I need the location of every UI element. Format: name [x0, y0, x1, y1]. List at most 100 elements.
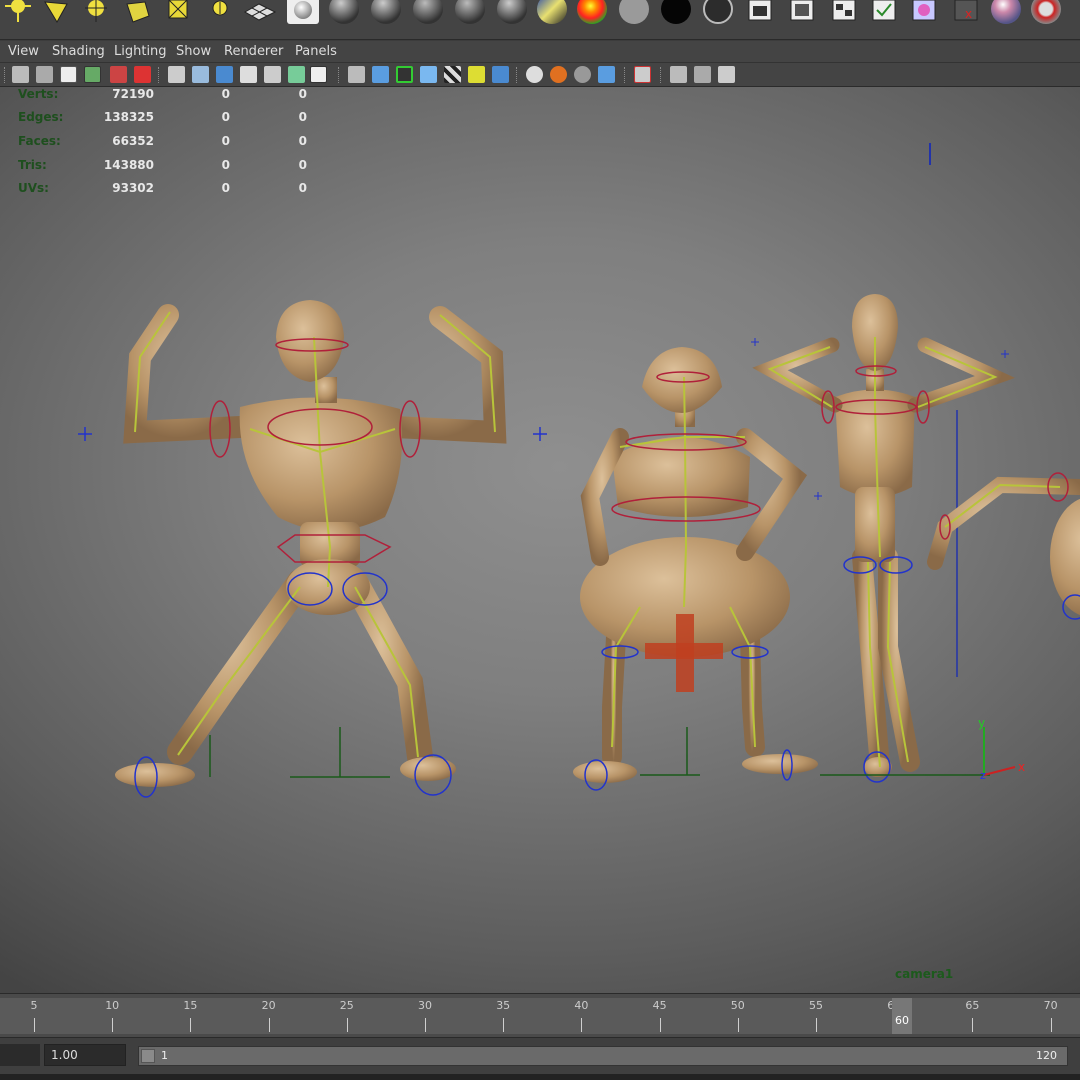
phong-sphere-icon[interactable]	[368, 0, 404, 26]
point-light-icon[interactable]	[78, 0, 114, 26]
render-sphere-icon[interactable]	[988, 0, 1024, 26]
timeline-tick-label: 65	[965, 999, 980, 1012]
texture-icon[interactable]	[288, 66, 305, 83]
shaded-icon[interactable]	[216, 66, 233, 83]
grey-swatch-icon[interactable]	[616, 0, 652, 26]
light-icon[interactable]	[0, 0, 36, 26]
menu-lighting[interactable]: Lighting	[114, 44, 167, 59]
color-palette-icon[interactable]	[906, 0, 942, 26]
ipr-render-icon[interactable]	[784, 0, 820, 26]
range-max-label: 120	[1036, 1049, 1057, 1062]
perspective-viewport[interactable]: y x z Verts: 72190 0 0 Edges: 138325 0 0…	[0, 87, 1080, 993]
layered-shader-icon[interactable]	[534, 0, 570, 26]
hypershade-icon[interactable]	[866, 0, 902, 26]
camera-name-label: camera1	[895, 967, 954, 981]
select-camera-icon[interactable]	[12, 66, 29, 83]
toolbar-separator	[624, 67, 626, 83]
mannequin-fat[interactable]	[573, 347, 818, 791]
shelf-toolbar: x	[0, 0, 1080, 40]
menu-panels[interactable]: Panels	[295, 44, 337, 59]
timeline-tick-label: 45	[652, 999, 667, 1012]
cube-wire-icon[interactable]	[348, 66, 365, 83]
bottom-strip	[0, 1074, 1080, 1080]
ambient-light-icon[interactable]	[202, 0, 238, 26]
range-slider[interactable]: 1 120	[138, 1046, 1068, 1066]
hud-uvs-other: 0	[298, 181, 307, 195]
cube-shaded-icon[interactable]	[372, 66, 389, 83]
delete-render-icon[interactable]: x	[948, 0, 984, 26]
wireframe-on-shaded-icon[interactable]	[240, 66, 257, 83]
film-gate-icon[interactable]	[134, 66, 151, 83]
menu-view[interactable]: View	[8, 44, 39, 59]
time-slider[interactable]: 5 10 15 20 25 30 35 40 45 50 55 60 65 70 60	[0, 993, 1080, 1037]
timeline-tick	[581, 1018, 583, 1032]
black-swatch-icon[interactable]	[658, 0, 694, 26]
scene-canvas[interactable]: y x z	[0, 87, 1080, 993]
lambert-icon[interactable]	[286, 0, 320, 26]
timeline-tick-label: 20	[261, 999, 276, 1012]
image-plane-icon[interactable]	[84, 66, 101, 83]
checker-icon[interactable]	[444, 66, 461, 83]
timeline-tick-label: 40	[574, 999, 589, 1012]
timeline-tick	[425, 1018, 426, 1032]
phongE-sphere-icon[interactable]	[410, 0, 446, 26]
motion-blur-icon[interactable]	[550, 66, 567, 83]
playback-start-field[interactable]	[44, 1044, 126, 1066]
ramp-texture-icon[interactable]	[574, 0, 610, 26]
menu-shading[interactable]: Shading	[52, 44, 105, 59]
hud-uvs-selected: 0	[221, 181, 230, 195]
depth-of-field-icon[interactable]	[598, 66, 615, 83]
toolbar-separator	[338, 67, 340, 83]
grid-icon[interactable]	[110, 66, 127, 83]
spotlight-icon[interactable]	[38, 0, 74, 26]
grid-plane-icon[interactable]	[242, 0, 278, 26]
time-ruler[interactable]: 5 10 15 20 25 30 35 40 45 50 55 60 65 70	[0, 998, 1080, 1034]
toolbar-separator	[660, 67, 662, 83]
volume-light-icon[interactable]	[160, 0, 196, 26]
panel-toolbar	[0, 63, 1080, 87]
blinn-sphere-icon[interactable]	[326, 0, 362, 26]
anisotropic-sphere-icon[interactable]	[452, 0, 488, 26]
ambient-occlusion-icon[interactable]	[526, 66, 543, 83]
graph-nodes-icon[interactable]	[718, 66, 735, 83]
timeline-tick	[659, 1018, 661, 1032]
render-settings-icon[interactable]	[826, 0, 862, 26]
select-tool-icon[interactable]	[634, 66, 651, 83]
menu-show[interactable]: Show	[176, 44, 211, 59]
multisample-icon[interactable]	[574, 66, 591, 83]
bookmarks-icon[interactable]	[60, 66, 77, 83]
toolbar-separator	[158, 67, 160, 83]
toolbar-separator	[516, 67, 518, 83]
shadows-icon[interactable]	[492, 66, 509, 83]
dark-swatch-icon[interactable]	[700, 0, 736, 26]
isolate-select-icon[interactable]	[396, 66, 413, 83]
ramp-shader-sphere-icon[interactable]	[494, 0, 530, 26]
timeline-tick-label: 10	[105, 999, 120, 1012]
use-lights-icon[interactable]	[468, 66, 485, 83]
range-start-field-left[interactable]	[0, 1044, 40, 1066]
render-ring-icon[interactable]	[1028, 0, 1064, 26]
mannequin-stretch[interactable]	[751, 294, 1016, 783]
wireframe-icon[interactable]	[168, 66, 185, 83]
timeline-tick	[190, 1018, 192, 1032]
camera-attributes-icon[interactable]	[36, 66, 53, 83]
frame-all-icon[interactable]	[670, 66, 687, 83]
render-clapper-icon[interactable]	[742, 0, 778, 26]
hud-faces-other: 0	[298, 134, 307, 148]
hud-verts-label: Verts:	[18, 87, 59, 101]
hud-tris-selected: 0	[221, 158, 230, 172]
timeline-tick	[737, 1018, 739, 1032]
menu-renderer[interactable]: Renderer	[224, 44, 283, 59]
lighting-text-icon[interactable]	[310, 66, 327, 83]
timeline-tick-label: 55	[809, 999, 823, 1012]
range-slider-handle[interactable]	[141, 1049, 155, 1063]
hud-tris-other: 0	[298, 158, 307, 172]
area-light-icon[interactable]	[120, 0, 156, 26]
xray-icon[interactable]	[264, 66, 281, 83]
panel-menu-bar: View Shading Lighting Show Renderer Pane…	[0, 41, 1080, 63]
mannequin-flexing[interactable]	[78, 300, 547, 798]
smooth-shade-icon[interactable]	[192, 66, 209, 83]
timeline-tick-label: 70	[1043, 999, 1058, 1012]
frame-selected-icon[interactable]	[694, 66, 711, 83]
cube-textured-icon[interactable]	[420, 66, 437, 83]
